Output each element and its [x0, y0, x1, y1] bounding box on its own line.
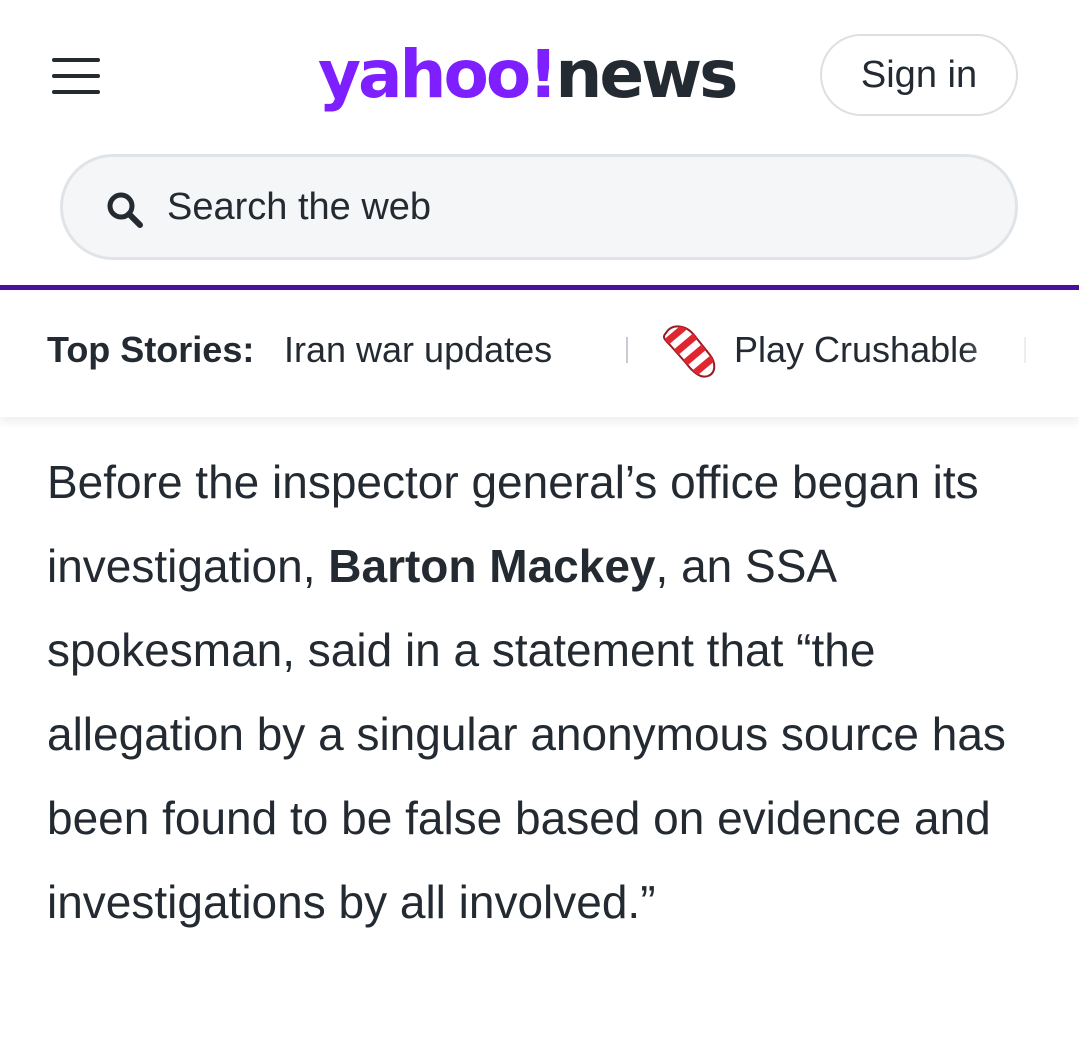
search-bar[interactable]	[60, 154, 1018, 260]
hamburger-menu-icon[interactable]	[52, 56, 100, 96]
article-body: Before the inspector general’s office be…	[47, 440, 1047, 944]
top-story-link-iran[interactable]: Iran war updates	[284, 329, 552, 371]
logo-news-text: news	[555, 36, 738, 113]
top-story-link-crushable[interactable]: Play Crushable	[734, 329, 978, 371]
separator	[626, 337, 628, 363]
top-stories-label: Top Stories:	[47, 329, 255, 370]
search-input[interactable]	[167, 177, 987, 237]
top-stories-bar: Top Stories: Iran war updates Play Crush…	[0, 295, 1079, 417]
article-person-name: Barton Mackey	[328, 540, 656, 592]
search-icon	[107, 192, 143, 228]
article-text-end: , an SSA spokesman, said in a statement …	[47, 540, 1006, 928]
candy-icon[interactable]	[658, 321, 722, 379]
logo-yahoo-text: yahoo!	[318, 36, 558, 113]
site-header: yahoo! news Sign in	[0, 0, 1079, 290]
scroll-fade	[959, 295, 1079, 417]
yahoo-news-logo[interactable]: yahoo! news	[318, 30, 738, 120]
article-paragraph: Before the inspector general’s office be…	[47, 440, 1047, 944]
sign-in-button[interactable]: Sign in	[820, 34, 1018, 116]
